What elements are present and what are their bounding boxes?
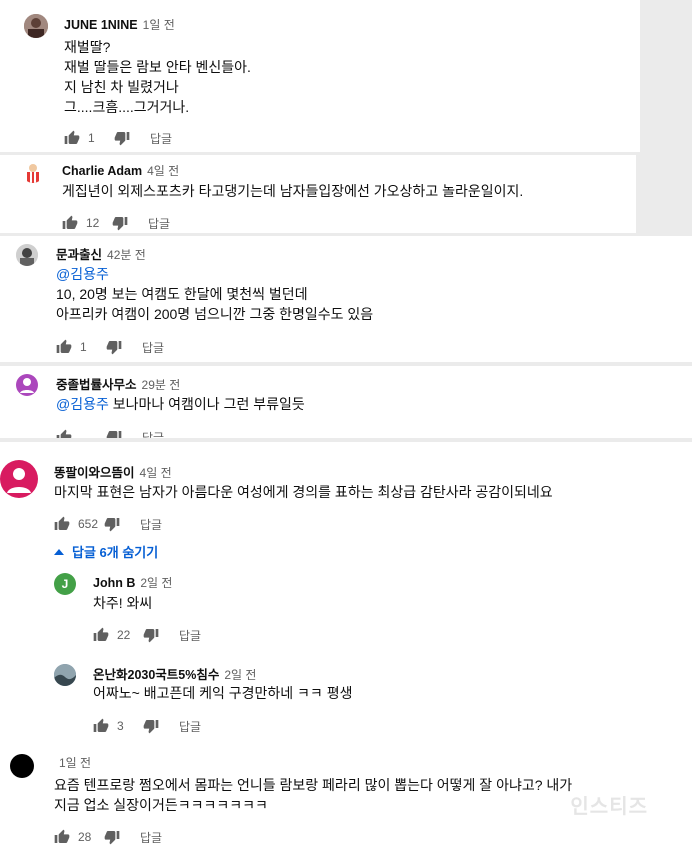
default-user-icon	[20, 378, 34, 393]
avatar[interactable]	[16, 244, 38, 266]
like-count: 12	[86, 216, 100, 230]
mention-link[interactable]: @김용주	[56, 396, 109, 412]
reply-button[interactable]: 답글	[150, 130, 172, 147]
comment-author[interactable]: 1일 전	[54, 754, 91, 771]
comment-time[interactable]: 42분 전	[107, 248, 146, 262]
chevron-up-icon	[54, 548, 64, 555]
reply-button[interactable]: 답글	[142, 339, 164, 356]
like-count: 3	[117, 719, 124, 733]
comment-thread-panel: 똥팔이와으뜸이 4일 전 마지막 표현은 남자가 아름다운 여성에게 경의를 표하…	[0, 442, 692, 846]
like-count: 652	[78, 517, 99, 531]
comment-author[interactable]: 중졸법률사무소 29분 전	[56, 374, 180, 393]
avatar[interactable]	[0, 460, 38, 498]
reply-actions: 3 답글	[93, 717, 201, 735]
comment-text: 재벌딸? 재벌 딸들은 람보 안타 벤신들아. 지 남친 차 빌렸거나 그....크흠…	[64, 39, 251, 115]
like-icon[interactable]	[56, 429, 72, 438]
like-icon[interactable]	[93, 718, 109, 734]
comment-text: 요즘 텐프로랑 쩜오에서 몸파는 언니들 람보랑 페라리 많이 뽑는다 어떻게 …	[54, 777, 573, 813]
like-count: 1	[88, 131, 95, 145]
comment-panel: JUNE 1NINE 1일 전 재벌딸? 재벌 딸들은 람보 안타 벤신들아. 지 남…	[0, 0, 640, 152]
dislike-icon[interactable]	[106, 339, 122, 355]
avatar[interactable]	[22, 161, 44, 183]
comment-author[interactable]: 문과출신 42분 전	[56, 244, 146, 263]
reply-text: 어짜노~ 배고픈데 케익 구경만하네 ㅋㅋ 평생	[93, 685, 353, 701]
dislike-icon[interactable]	[143, 718, 159, 734]
comment-text: 게집년이 외제스포츠카 타고댕기는데 남자들입장에선 가오상하고 놀라운일이지.	[62, 183, 524, 199]
dislike-icon[interactable]	[104, 516, 120, 532]
like-count: 22	[117, 628, 131, 642]
comment-time[interactable]: 4일 전	[140, 466, 172, 480]
comment-author[interactable]: 똥팔이와으뜸이 4일 전	[54, 462, 172, 481]
like-icon[interactable]	[93, 627, 109, 643]
comment-author[interactable]: JUNE 1NINE 1일 전	[64, 16, 175, 33]
comment-text: 마지막 표현은 남자가 아름다운 여성에게 경의를 표하는 최상급 감탄사라 공…	[54, 484, 553, 500]
avatar[interactable]	[24, 14, 48, 38]
comment-author[interactable]: Charlie Adam 4일 전	[62, 162, 179, 179]
comment-text: @김용주 10, 20명 보는 여캠도 한달에 몇천씩 벌던데 아프리카 여캠이 2…	[56, 264, 374, 322]
comment-panel: 문과출신 42분 전 @김용주 10, 20명 보는 여캠도 한달에 몇천씩 벌던데…	[0, 236, 692, 362]
comment-actions: 12 답글	[62, 214, 170, 232]
reply-button[interactable]: 답글	[148, 215, 170, 232]
comment-time[interactable]: 29분 전	[142, 378, 181, 392]
like-icon[interactable]	[54, 829, 70, 845]
reply-author[interactable]: John B 2일 전	[93, 574, 172, 591]
dislike-icon[interactable]	[114, 130, 130, 146]
comment-time[interactable]: 1일 전	[143, 18, 175, 32]
comment-time[interactable]: 1일 전	[59, 756, 91, 770]
dislike-icon[interactable]	[104, 829, 120, 845]
avatar-initial: J	[61, 577, 69, 591]
like-count: 28	[78, 830, 92, 844]
comment-time[interactable]: 4일 전	[147, 164, 179, 178]
reply-time[interactable]: 2일 전	[140, 576, 172, 590]
avatar-player-icon	[27, 164, 39, 183]
mention-link[interactable]: @김용주	[56, 264, 373, 284]
avatar-photo-icon	[16, 244, 38, 266]
like-icon[interactable]	[56, 339, 72, 355]
comment-panel: 중졸법률사무소 29분 전 @김용주 보나마나 여캠이나 그런 부류일듯 답글	[0, 366, 692, 438]
comment-text: @김용주 보나마나 여캠이나 그런 부류일듯	[56, 396, 305, 412]
reply-button[interactable]: 답글	[140, 829, 162, 846]
default-user-icon	[7, 468, 31, 493]
like-icon[interactable]	[54, 516, 70, 532]
reply-button[interactable]: 답글	[140, 516, 162, 533]
dislike-icon[interactable]	[112, 215, 128, 231]
reply-button[interactable]: 답글	[179, 627, 201, 644]
like-count: 1	[80, 340, 87, 354]
watermark: 인스티즈	[570, 796, 648, 818]
avatar[interactable]	[16, 374, 38, 396]
reply-author[interactable]: 온난화2030국트5%침수 2일 전	[93, 664, 256, 683]
reply-button[interactable]: 답글	[179, 718, 201, 735]
dislike-icon[interactable]	[143, 627, 159, 643]
comment-panel: Charlie Adam 4일 전 게집년이 외제스포츠카 타고댕기는데 남자들입…	[0, 155, 636, 233]
reply-button[interactable]: 답글	[142, 429, 164, 439]
like-icon[interactable]	[64, 130, 80, 146]
comment-actions: 1 답글	[56, 338, 164, 356]
comment-actions: 28 답글	[54, 828, 162, 846]
avatar[interactable]	[10, 754, 34, 778]
avatar[interactable]	[54, 664, 76, 686]
dislike-icon[interactable]	[106, 429, 122, 438]
reply-actions: 22 답글	[93, 626, 201, 644]
hide-replies-button[interactable]: 답글 6개 숨기기	[54, 542, 158, 561]
comment-actions: 1 답글	[64, 129, 172, 147]
avatar[interactable]: J	[54, 573, 76, 595]
avatar-photo-icon	[54, 664, 76, 686]
reply-text: 차주! 와씨	[93, 595, 153, 611]
comment-actions: 답글	[56, 428, 164, 438]
like-icon[interactable]	[62, 215, 78, 231]
comment-actions: 652 답글	[54, 515, 162, 533]
reply-time[interactable]: 2일 전	[224, 668, 256, 682]
avatar-photo-icon	[24, 14, 48, 38]
